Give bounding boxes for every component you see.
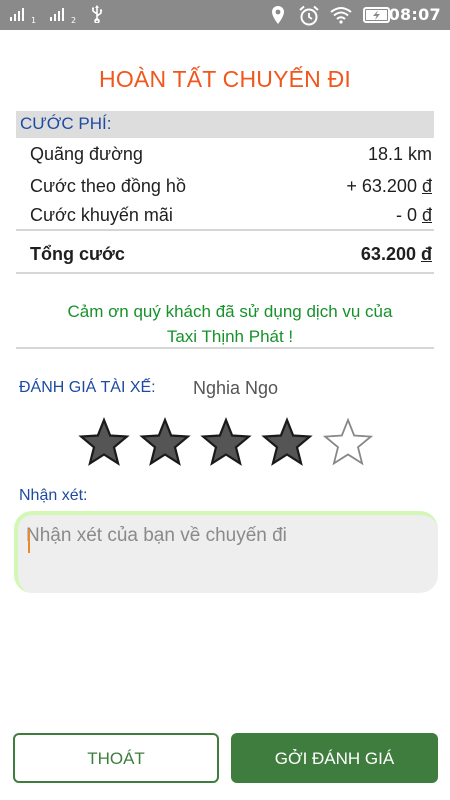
total-fare-label: Tổng cước [30,244,125,264]
meter-fare-label: Cước theo đồng hồ [30,176,186,196]
signal-sim2-icon [50,7,70,21]
star-rating[interactable] [76,415,376,471]
location-icon [272,6,284,24]
distance-label: Quãng đường [30,144,143,164]
rate-driver-label: ĐÁNH GIÁ TÀI XẾ: [19,379,156,396]
star-filled-icon[interactable] [259,415,315,471]
page-title: HOÀN TẤT CHUYẾN ĐI [99,66,351,92]
submit-rating-button[interactable]: GỞI ĐÁNH GIÁ [231,733,438,783]
driver-name: Nghia Ngo [193,378,279,398]
divider [16,347,434,349]
fee-section-header: CƯỚC PHÍ: [16,111,434,138]
thank-you-line-1: Cảm ơn quý khách đã sử dụng dịch vụ của [67,302,393,321]
star-filled-icon[interactable] [137,415,193,471]
signal-sim1-icon [10,7,30,21]
promo-fare-label: Cước khuyến mãi [30,205,173,225]
status-time: 08:07 [388,5,441,24]
thank-you-message: Cảm ơn quý khách đã sử dụng dịch vụ của … [20,299,440,349]
promo-fare-value: - 0 đ [395,205,432,225]
thank-you-line-2: Taxi Thịnh Phát ! [166,327,294,346]
currency-symbol: đ [421,244,432,264]
star-empty-icon[interactable] [320,415,376,471]
meter-fare-value: + 63.200 đ [346,176,432,196]
divider [16,272,434,274]
comment-input[interactable] [26,525,426,585]
comment-label: Nhận xét: [19,487,88,504]
exit-button[interactable]: THOÁT [13,733,219,783]
total-fare-value: 63.200 đ [360,244,432,264]
star-filled-icon[interactable] [76,415,132,471]
sim1-number: 1 [31,16,37,25]
status-bar: 1 2 08:07 [0,0,450,30]
wifi-icon [330,7,352,24]
distance-value: 18.1 km [367,144,432,164]
trip-complete-screen: 1 2 08:07 HOÀN TẤT CHUYẾN ĐI CƯỚC PHÍ: Q… [0,0,450,800]
currency-symbol: đ [421,176,432,196]
sim2-number: 2 [71,16,77,25]
divider [16,229,434,231]
text-cursor [28,529,30,553]
comment-box[interactable] [14,511,438,593]
alarm-icon [299,5,319,26]
currency-symbol: đ [421,205,432,225]
star-filled-icon[interactable] [198,415,254,471]
usb-icon [92,5,103,23]
